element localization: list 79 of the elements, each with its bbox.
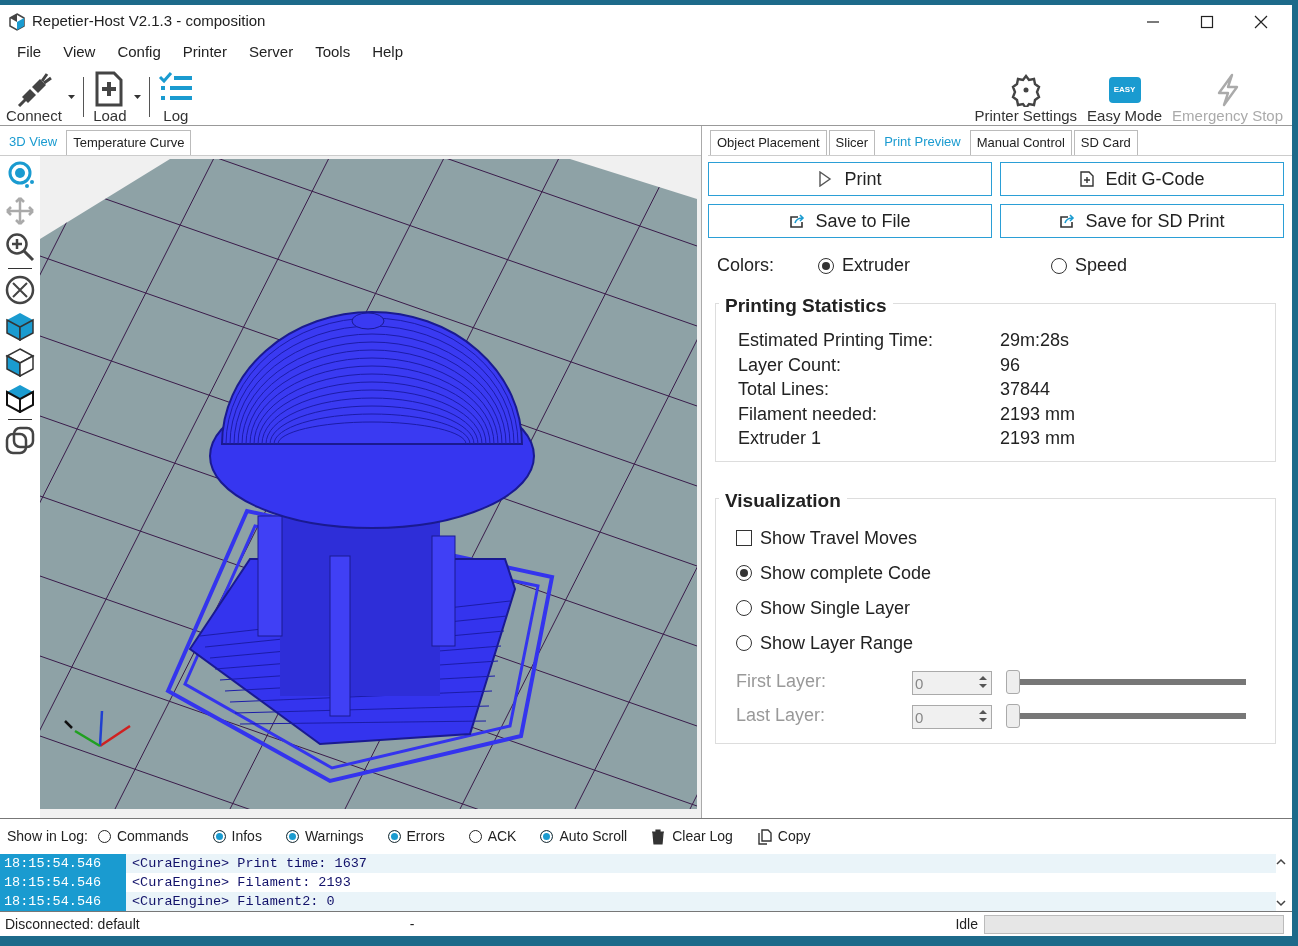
axes-icon [64,710,131,748]
maximize-icon[interactable] [1200,14,1214,29]
toolbar-button[interactable]: Log [155,69,196,125]
trash-icon [651,828,667,845]
layer-label: First Layer: [736,670,828,693]
menu-item[interactable]: Tools [315,40,351,64]
action-button[interactable]: Save to File [708,204,992,238]
menu-item[interactable]: Config [117,40,161,64]
log-timestamp: 18:15:54.546 [0,854,126,873]
action-button[interactable]: Edit G-Code [1000,162,1284,196]
radio-button[interactable]: Extruder [818,252,1051,279]
dropdown-caret-icon[interactable] [133,95,141,99]
log-timestamp: 18:15:54.546 [0,892,126,911]
stat-value: 96 [1000,353,1021,377]
tab[interactable]: Temperature Curve [66,130,192,155]
log-filter-option[interactable]: Auto Scroll [540,826,628,847]
menu-item[interactable]: Printer [182,40,227,64]
close-icon[interactable] [1254,14,1268,29]
window-title: Repetier-Host V2.1.3 - composition [32,11,266,32]
log-timestamp: 18:15:54.546 [0,873,126,892]
fit-view-icon[interactable] [5,275,35,305]
cube-icon[interactable] [5,311,35,341]
export-icon [789,213,806,229]
easy-mode-icon: EASY [1108,77,1141,103]
scroll-up-icon[interactable] [1276,858,1286,865]
printer-state: Idle [955,914,978,934]
log-filter-option[interactable]: Infos [212,826,262,847]
log-message: <CuraEngine> Filament: 2193 [131,874,351,892]
scroll-down-icon[interactable] [1276,900,1286,907]
stat-label: Layer Count: [738,353,843,377]
copy-icon [756,828,772,845]
radio-button[interactable]: Speed [1051,252,1128,279]
app-logo-icon [8,12,26,31]
status-text: - [409,914,415,934]
menu-item[interactable]: File [17,40,42,64]
stat-value: 29m:28s [1000,329,1070,352]
overlapping-squares-icon[interactable] [5,426,35,456]
stat-label: Estimated Printing Time: [738,329,935,352]
connection-status: Disconnected: default [5,914,140,934]
log-filter-option[interactable]: Commands [97,826,189,847]
menu-item[interactable]: Help [372,40,404,64]
log-action-button[interactable]: Copy [756,826,811,847]
action-button[interactable]: Print [708,162,992,196]
stat-label: Filament needed: [738,402,879,426]
tab[interactable]: Slicer [828,130,876,155]
log-filter-option[interactable]: Warnings [285,826,364,847]
toolbar-button[interactable]: Connect [4,69,77,125]
menu-item[interactable]: View [63,40,96,64]
radio-button[interactable]: Show Single Layer [736,594,911,622]
toolbar-button[interactable]: Printer Settings [969,73,1083,125]
menu-item[interactable]: Server [248,40,294,64]
edit-document-icon [1079,171,1096,187]
toolbar-button[interactable]: EASY Easy Mode [1082,73,1168,125]
cube-icon[interactable] [5,347,35,377]
stat-value: 37844 [1000,378,1051,401]
radio-button[interactable]: Show Layer Range [736,629,914,657]
log-message: <CuraEngine> Filament2: 0 [131,893,335,911]
tab[interactable]: Object Placement [710,130,827,155]
tab[interactable]: Manual Control [969,130,1072,155]
log-filter-option[interactable]: Errors [387,826,445,847]
cube-icon[interactable] [5,383,35,413]
stat-value: 2193 mm [1000,427,1076,450]
action-button[interactable]: Save for SD Print [1000,204,1284,238]
stat-label: Extruder 1 [738,427,823,450]
checkbox[interactable]: Show Travel Moves [736,524,918,552]
zoom-in-icon[interactable] [5,232,35,262]
export-icon [1059,213,1076,229]
log-filter-label: Show in Log: [7,827,88,846]
tab[interactable]: SD Card [1073,130,1138,155]
stat-label: Total Lines: [738,378,831,401]
dropdown-caret-icon[interactable] [67,95,75,99]
log-message: <CuraEngine> Print time: 1637 [131,855,367,873]
colors-label: Colors: [717,254,775,277]
log-action-button[interactable]: Clear Log [651,826,733,847]
log-filter-option[interactable]: ACK [468,826,517,847]
toolbar-button[interactable]: Load [89,69,143,125]
layer-label: Last Layer: [736,704,827,727]
stat-value: 2193 mm [1000,402,1076,426]
radio-button[interactable]: Show complete Code [736,559,932,587]
